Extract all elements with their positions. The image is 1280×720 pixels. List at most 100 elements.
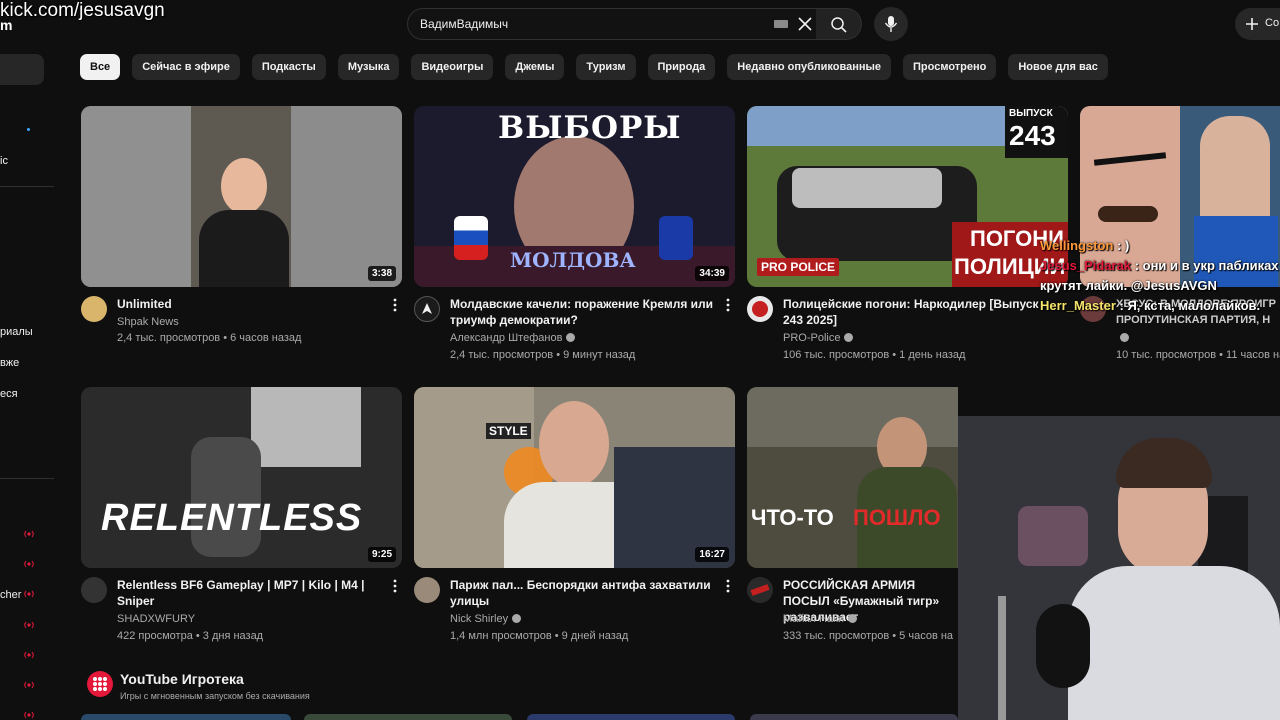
sidebar-item-label[interactable]: cher [0,589,21,601]
more-options-icon[interactable] [393,298,397,312]
verified-icon [844,332,854,342]
thumb-light [251,387,361,467]
chip-jams[interactable]: Джемы [505,54,565,80]
video-thumbnail[interactable]: RELENTLESS 9:25 [81,387,402,568]
sidebar-item-label[interactable]: риалы [0,326,33,338]
more-options-icon[interactable] [726,579,730,593]
webcam-shelf [1018,506,1088,566]
chip-tourism[interactable]: Туризм [576,54,636,80]
search-input[interactable]: ВадимВадимыч [407,8,817,40]
chip-music[interactable]: Музыка [337,54,400,80]
thumb-caption-red: ПОШЛО [853,505,941,530]
video-title[interactable]: Unlimited [117,296,382,312]
more-options-icon[interactable] [393,579,397,593]
sidebar-item-label[interactable]: ic [0,155,8,167]
thumb-frame [191,106,291,287]
thumb-mustache [1098,206,1158,222]
channel-name[interactable]: Shpak News [117,316,179,328]
video-title[interactable]: Молдавские качели: поражение Кремля или … [450,296,715,328]
game-card[interactable] [304,714,512,720]
thumb-title-text: RELENTLESS [101,497,363,539]
channel-name[interactable]: PRO-Police [783,332,854,344]
channel-logo-mark [752,301,768,317]
video-meta: 422 просмотра • 3 дня назад [117,630,264,642]
channel-avatar[interactable] [81,296,107,322]
game-card[interactable] [750,714,958,720]
video-thumbnail[interactable]: 3:38 [81,106,402,287]
sidebar-item-label[interactable]: вже [0,357,19,369]
thumb-brow [1093,152,1167,166]
verified-icon [1120,332,1129,342]
chip-live[interactable]: Сейчас в эфире [132,54,240,80]
episode-badge-number: 243 [1009,120,1056,151]
person-shirt [199,210,289,287]
create-button[interactable]: Со [1235,8,1280,40]
search-query[interactable]: ВадимВадимыч [420,17,508,31]
flag-ru-piece [454,216,488,260]
create-label: Со [1265,17,1280,29]
thumb-logo: PRO POLICE [757,258,840,276]
keyboard-icon[interactable] [774,20,788,28]
gamepad-icon [93,677,107,691]
thumb-smoke-sky [747,387,958,447]
video-thumbnail[interactable]: ВЫПУСК 243 ПОГОНИ ПОЛИЦИИ PRO POLICE [747,106,1068,287]
chip-podcasts[interactable]: Подкасты [251,54,326,80]
channel-name[interactable]: Александр Штефанов [450,332,576,344]
sidebar-divider [0,478,54,479]
person-hoodie [1068,566,1280,720]
channel-name[interactable]: SHADXWFURY [117,613,195,625]
channel-avatar[interactable] [81,577,107,603]
top-bar: ВадимВадимыч Со [0,0,1280,50]
video-meta: 10 тыс. просмотров • 11 часов на [1116,349,1280,361]
video-duration: 3:38 [367,266,396,281]
game-card[interactable] [81,714,291,720]
chevron-up-icon [422,303,432,314]
chip-new-for-you[interactable]: Новое для вас [1008,54,1108,80]
search-icon [831,17,847,33]
chip-recent[interactable]: Недавно опубликованные [727,54,892,80]
mic-arm [998,596,1006,720]
video-title[interactable]: Relentless BF6 Gameplay | MP7 | Kilo | M… [117,577,382,609]
channel-name[interactable] [1116,332,1129,344]
mic-icon [884,16,898,32]
video-meta: 106 тыс. просмотров • 1 день назад [783,349,966,361]
channel-avatar[interactable] [747,577,773,603]
sidebar-item-label[interactable]: еся [0,388,18,400]
video-thumbnail[interactable]: ЧТО-ТО ПОШЛО [747,387,958,568]
video-meta: 2,4 тыс. просмотров • 9 минут назад [450,349,636,361]
plus-icon [1246,18,1258,30]
live-icon [24,711,34,719]
channel-avatar[interactable] [747,296,773,322]
clear-icon[interactable] [796,15,814,33]
sidebar-item-home[interactable] [0,54,44,85]
chat-text: : ) [1117,238,1130,253]
search-button[interactable] [816,8,862,40]
voice-search-button[interactable] [874,7,908,41]
chip-all[interactable]: Все [80,54,121,80]
microphone [1036,604,1090,688]
video-title[interactable]: Париж пал... Беспорядки антифа захватили… [450,577,715,609]
chip-nature[interactable]: Природа [647,54,716,80]
channel-logo-mark [750,584,770,596]
playables-title[interactable]: YouTube Игротека [120,671,244,687]
game-card[interactable] [527,714,735,720]
video-title[interactable]: Полицейские погони: Наркодилер [Выпуск 2… [783,296,1048,328]
channel-avatar[interactable] [414,296,440,322]
live-icon [24,651,34,659]
chat-username: Jesus_Pidarak [1040,258,1132,273]
chip-watched[interactable]: Просмотрено [903,54,997,80]
streamer-webcam [958,416,1280,720]
channel-avatar[interactable] [414,577,440,603]
chip-games[interactable]: Видеоигры [411,54,494,80]
person-head [539,401,609,487]
video-thumbnail[interactable]: ВЫБОРЫ МОЛДОВА 34:39 [414,106,735,287]
channel-name[interactable]: Nick Shirley [450,613,522,625]
video-meta: 333 тыс. просмотров • 5 часов на [783,630,954,642]
video-thumbnail[interactable]: STYLE 16:27 [414,387,735,568]
video-duration: 16:27 [695,547,729,562]
episode-badge-label: ВЫПУСК [1009,108,1053,119]
live-icon [24,560,34,568]
more-options-icon[interactable] [726,298,730,312]
channel-name[interactable]: Майкл Наки [783,613,857,625]
live-icon [24,621,34,629]
